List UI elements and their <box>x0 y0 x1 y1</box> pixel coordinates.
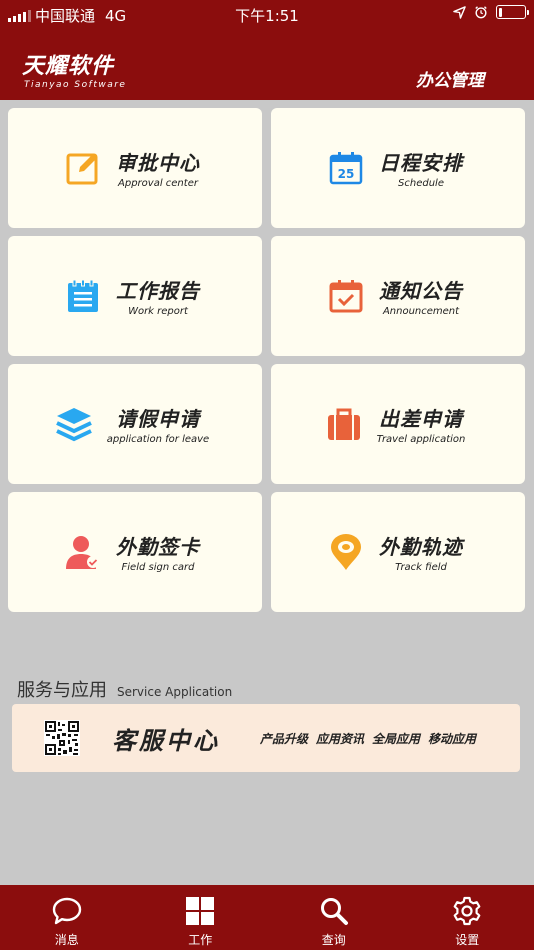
card-title: 通知公告 <box>379 279 463 303</box>
calendar-icon: 25 <box>327 149 365 187</box>
announcement-card[interactable]: 通知公告 Announcement <box>271 236 525 356</box>
edit-icon <box>64 149 102 187</box>
track-field-card[interactable]: 外勤轨迹 Track field <box>271 492 525 612</box>
tab-work[interactable]: 工作 <box>134 885 268 950</box>
tab-label: 设置 <box>455 933 480 947</box>
leave-application-card[interactable]: 请假申请 application for leave <box>8 364 262 484</box>
card-subtitle: Announcement <box>382 306 460 317</box>
user-check-icon <box>64 533 102 571</box>
card-title: 外勤轨迹 <box>379 535 463 559</box>
card-subtitle: Travel application <box>376 434 466 445</box>
schedule-card[interactable]: 25 日程安排 Schedule <box>271 108 525 228</box>
function-grid: 审批中心 Approval center 25 日程安排 Schedule 工作报告… <box>8 108 526 612</box>
section-heading: 服务与应用 Service Application <box>17 676 232 702</box>
work-report-card[interactable]: 工作报告 Work report <box>8 236 262 356</box>
page-title: 办公管理 <box>416 71 484 91</box>
card-title: 出差申请 <box>378 407 463 431</box>
section-heading-en: Service Application <box>117 685 233 699</box>
brand-logo: 天耀软件 Tianyao Software <box>22 48 126 90</box>
gear-icon <box>451 895 483 927</box>
tab-label: 消息 <box>54 933 79 947</box>
card-subtitle: Schedule <box>398 178 444 189</box>
brand-name-cn: 天耀软件 <box>22 53 115 79</box>
tab-settings[interactable]: 设置 <box>401 885 534 950</box>
notepad-icon <box>64 277 102 315</box>
card-subtitle: Field sign card <box>121 562 195 573</box>
field-sign-card[interactable]: 外勤签卡 Field sign card <box>8 492 262 612</box>
card-subtitle: application for leave <box>106 434 210 445</box>
section-heading-cn: 服务与应用 <box>17 680 107 701</box>
brand-name-en: Tianyao Software <box>24 80 127 90</box>
card-subtitle: Approval center <box>118 178 198 189</box>
location-arrow-icon <box>453 5 466 19</box>
service-link-global[interactable]: 全局应用 <box>372 730 420 747</box>
tab-messages[interactable]: 消息 <box>0 885 134 950</box>
grid-icon <box>184 895 216 927</box>
alarm-icon <box>475 6 487 19</box>
tab-bar: 消息 工作 查询 设置 <box>0 885 534 950</box>
layers-icon <box>55 405 93 443</box>
card-title: 工作报告 <box>116 279 200 303</box>
card-title: 审批中心 <box>116 151 200 175</box>
card-title: 请假申请 <box>116 407 200 431</box>
approval-center-card[interactable]: 审批中心 Approval center <box>8 108 262 228</box>
calendar-date: 25 <box>338 167 355 181</box>
card-title: 外勤签卡 <box>116 535 200 559</box>
card-subtitle: Track field <box>395 562 447 573</box>
qr-code-icon <box>44 720 80 756</box>
status-right <box>453 5 529 19</box>
card-title: 日程安排 <box>379 151 463 175</box>
status-bar: 中国联通 4G 下午1:51 <box>0 0 534 28</box>
tab-label: 查询 <box>321 933 346 947</box>
service-link-upgrade[interactable]: 产品升级 <box>260 730 308 747</box>
travel-application-card[interactable]: 出差申请 Travel application <box>271 364 525 484</box>
customer-service-title: 客服中心 <box>112 726 220 755</box>
customer-service-banner[interactable]: 客服中心 产品升级 应用资讯 全局应用 移动应用 <box>12 704 520 772</box>
suitcase-icon <box>325 405 363 443</box>
tab-label: 工作 <box>188 933 213 947</box>
service-links: 产品升级 应用资讯 全局应用 移动应用 <box>260 730 476 747</box>
calendar-check-icon <box>327 277 365 315</box>
service-link-news[interactable]: 应用资讯 <box>316 730 364 747</box>
tab-query[interactable]: 查询 <box>267 885 401 950</box>
location-pin-icon <box>327 533 365 571</box>
header: 中国联通 4G 下午1:51 天耀软件 Tianyao Software 办公管… <box>0 0 534 100</box>
chat-bubble-icon <box>51 895 83 927</box>
card-subtitle: Work report <box>128 306 188 317</box>
service-link-mobile[interactable]: 移动应用 <box>428 730 476 747</box>
battery-icon <box>496 5 529 19</box>
battery-level <box>498 7 503 17</box>
search-icon <box>318 895 350 927</box>
